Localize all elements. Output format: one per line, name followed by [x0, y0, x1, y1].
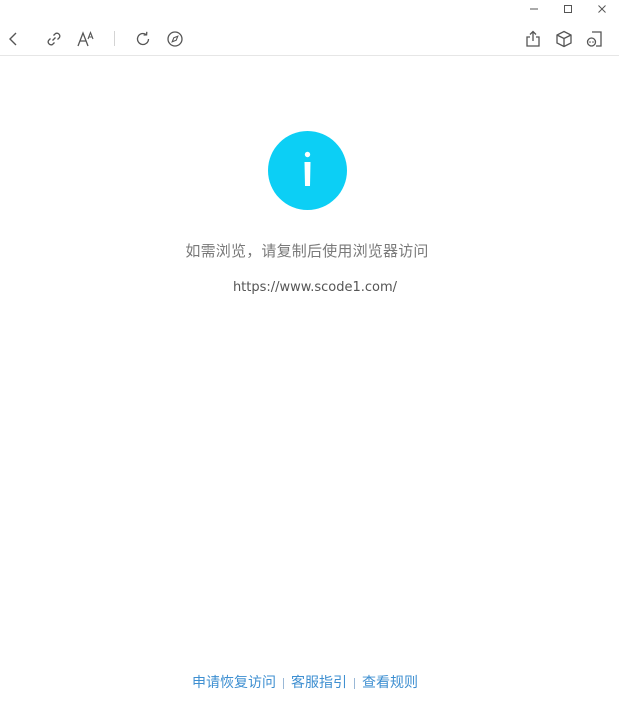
- window-controls: [517, 0, 619, 18]
- open-in-browser-button[interactable]: [163, 27, 187, 51]
- link-icon: [47, 32, 61, 46]
- toolbar: [0, 22, 619, 56]
- mini-program-icon: [586, 31, 602, 47]
- info-icon: [268, 131, 347, 210]
- font-size-icon: [77, 30, 94, 47]
- footer-links: 申请恢复访问 客服指引 查看规则: [0, 672, 610, 692]
- toolbar-divider: [114, 31, 115, 46]
- refresh-button[interactable]: [131, 27, 155, 51]
- back-button[interactable]: [2, 27, 26, 51]
- back-icon: [9, 32, 17, 46]
- customer-service-guide-link[interactable]: 客服指引: [291, 675, 347, 691]
- maximize-button[interactable]: [551, 0, 585, 18]
- blocked-url: https://www.scode1.com/: [232, 280, 398, 295]
- close-button[interactable]: [585, 0, 619, 18]
- share-button[interactable]: [521, 27, 545, 51]
- blocked-message: 如需浏览，请复制后使用浏览器访问: [185, 242, 429, 260]
- copy-link-button[interactable]: [42, 27, 66, 51]
- maximize-icon: [564, 5, 572, 13]
- refresh-icon: [136, 31, 150, 46]
- view-rules-link[interactable]: 查看规则: [362, 675, 418, 691]
- request-restore-access-link[interactable]: 申请恢复访问: [192, 675, 276, 691]
- footer-divider: [354, 677, 355, 689]
- minimize-button[interactable]: [517, 0, 551, 18]
- mini-program-button[interactable]: [583, 27, 607, 51]
- footer-divider: [283, 677, 284, 689]
- minimize-icon: [530, 8, 538, 10]
- cube-button[interactable]: [552, 27, 576, 51]
- share-icon: [526, 30, 540, 47]
- close-icon: [598, 5, 606, 13]
- font-size-button[interactable]: [74, 27, 98, 51]
- cube-icon: [556, 30, 572, 48]
- browser-window: 如需浏览，请复制后使用浏览器访问 https://www.scode1.com/…: [0, 0, 619, 714]
- info-glyph: [304, 151, 311, 186]
- compass-icon: [167, 31, 183, 47]
